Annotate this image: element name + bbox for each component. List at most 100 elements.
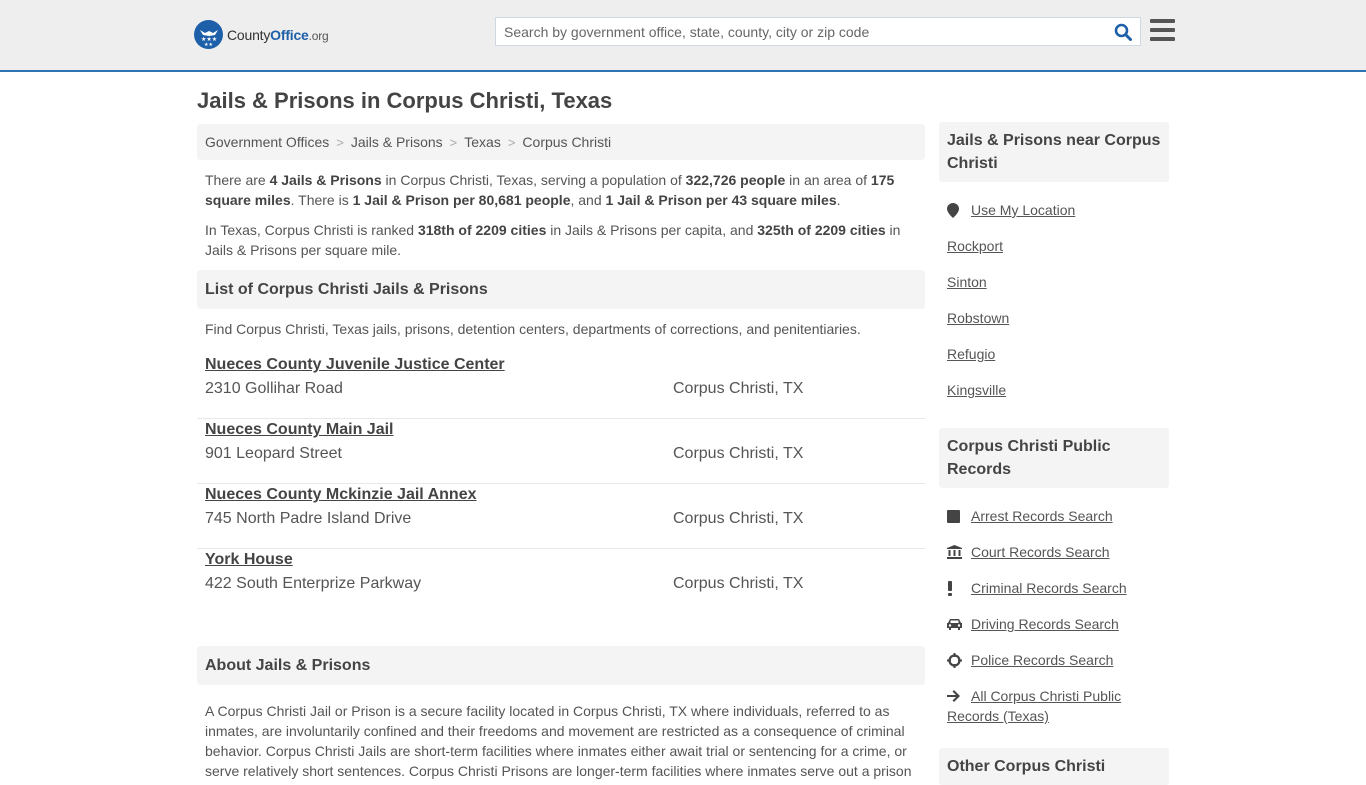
police-records-link[interactable]: Police Records Search: [971, 650, 1113, 670]
arrest-records-link[interactable]: Arrest Records Search: [971, 506, 1113, 526]
public-records-list: Arrest Records Search Court Records Sear…: [939, 488, 1169, 726]
breadcrumb-government-offices[interactable]: Government Offices: [205, 134, 329, 150]
breadcrumb: Government Offices > Jails & Prisons > T…: [197, 124, 925, 160]
logo-office: Office: [270, 26, 309, 43]
exclamation-icon: [947, 578, 971, 598]
use-my-location: Use My Location: [939, 192, 1169, 228]
logo-org: .org: [308, 28, 329, 43]
per-capita-ratio: 1 Jail & Prison per 80,681 people: [352, 192, 571, 208]
facility-item: Nueces County Mckinzie Jail Annex 745 No…: [197, 484, 925, 549]
per-area-ratio: 1 Jail & Prison per 43 square miles: [605, 192, 837, 208]
countyoffice-logo[interactable]: ★★★ ★★ CountyOffice.org: [194, 20, 329, 49]
nearby-city-item: Kingsville: [939, 372, 1169, 408]
nearby-heading: Jails & Prisons near Corpus Christi: [939, 122, 1169, 182]
intro-paragraph-stats: There are 4 Jails & Prisons in Corpus Ch…: [205, 170, 917, 210]
main-content: Government Offices > Jails & Prisons > T…: [197, 124, 925, 781]
arrow-right-icon: [947, 686, 971, 706]
sidebar: Jails & Prisons near Corpus Christi Use …: [939, 122, 1169, 785]
about-section-heading: About Jails & Prisons: [197, 646, 925, 685]
eagle-logo-icon: ★★★ ★★: [194, 20, 223, 49]
nearby-city-item: Sinton: [939, 264, 1169, 300]
other-heading: Other Corpus Christi: [939, 748, 1169, 785]
records-item: Criminal Records Search: [939, 570, 1169, 606]
nearby-city-link[interactable]: Rockport: [947, 236, 1003, 256]
page-title: Jails & Prisons in Corpus Christi, Texas: [197, 88, 613, 113]
nearby-city-item: Rockport: [939, 228, 1169, 264]
menu-bar: [1150, 19, 1175, 23]
nearby-city-link[interactable]: Sinton: [947, 272, 987, 292]
records-item: Court Records Search: [939, 534, 1169, 570]
nearby-city-link[interactable]: Refugio: [947, 344, 995, 364]
search-icon: [1114, 23, 1132, 41]
records-item: Arrest Records Search: [939, 498, 1169, 534]
population: 322,726 people: [685, 172, 786, 188]
facility-address: 745 North Padre Island Drive: [205, 510, 412, 527]
nearby-city-link[interactable]: Robstown: [947, 308, 1009, 328]
text: In Texas, Corpus Christi is ranked: [205, 222, 418, 238]
court-records-link[interactable]: Court Records Search: [971, 542, 1110, 562]
text: .: [836, 192, 841, 208]
svg-text:★★: ★★: [204, 42, 213, 46]
use-my-location-link[interactable]: Use My Location: [971, 200, 1075, 220]
per-capita-rank: 318th of 2209 cities: [417, 222, 547, 238]
facility-name-link[interactable]: Nueces County Mckinzie Jail Annex: [205, 484, 476, 506]
facility-item: Nueces County Main Jail 901 Leopard Stre…: [197, 419, 925, 484]
nearby-city-item: Robstown: [939, 300, 1169, 336]
facility-city: Corpus Christi, TX: [673, 445, 804, 462]
facility-address: 422 South Enterprize Parkway: [205, 575, 422, 592]
facility-city: Corpus Christi, TX: [673, 380, 804, 397]
text: There are: [205, 172, 270, 188]
all-public-records-link[interactable]: All Corpus Christi Public Records (Texas…: [947, 688, 1121, 724]
records-item: Driving Records Search: [939, 606, 1169, 642]
text: in Corpus Christi, Texas, serving a popu…: [381, 172, 686, 188]
menu-bar: [1150, 28, 1175, 32]
facility-list: Nueces County Juvenile Justice Center 23…: [197, 354, 925, 614]
facility-address: 2310 Gollihar Road: [205, 380, 343, 397]
facility-item: York House 422 South Enterprize Parkway …: [197, 549, 925, 614]
list-section-heading: List of Corpus Christi Jails & Prisons: [197, 270, 925, 309]
nearby-city-link[interactable]: Kingsville: [947, 380, 1006, 400]
courthouse-icon: [947, 542, 971, 562]
logo-county: County: [227, 26, 271, 43]
facility-name-link[interactable]: Nueces County Main Jail: [205, 419, 394, 441]
breadcrumb-separator: >: [449, 134, 458, 150]
search-input[interactable]: [496, 23, 1106, 40]
breadcrumb-separator: >: [507, 134, 516, 150]
breadcrumb-corpus-christi[interactable]: Corpus Christi: [522, 134, 611, 150]
intro-text: There are 4 Jails & Prisons in Corpus Ch…: [197, 160, 925, 260]
text: , and: [570, 192, 606, 208]
square-icon: [947, 506, 971, 526]
facility-name-link[interactable]: Nueces County Juvenile Justice Center: [205, 354, 505, 376]
driving-records-link[interactable]: Driving Records Search: [971, 614, 1119, 634]
facility-city: Corpus Christi, TX: [673, 510, 804, 527]
crosshair-icon: [947, 650, 971, 670]
facility-item: Nueces County Juvenile Justice Center 23…: [197, 354, 925, 419]
text: in Jails & Prisons per capita, and: [546, 222, 758, 238]
car-icon: [947, 614, 971, 634]
facility-city: Corpus Christi, TX: [673, 575, 804, 592]
nearby-city-item: Refugio: [939, 336, 1169, 372]
nearby-list: Use My Location Rockport Sinton Robstown…: [939, 182, 1169, 408]
text: . There is: [290, 192, 353, 208]
facility-address: 901 Leopard Street: [205, 445, 342, 462]
hamburger-menu-icon[interactable]: [1150, 19, 1175, 41]
facility-name-link[interactable]: York House: [205, 549, 293, 571]
breadcrumb-jails-prisons[interactable]: Jails & Prisons: [351, 134, 443, 150]
breadcrumb-texas[interactable]: Texas: [464, 134, 501, 150]
public-records-heading: Corpus Christi Public Records: [939, 428, 1169, 488]
breadcrumb-separator: >: [336, 134, 344, 150]
about-text: A Corpus Christi Jail or Prison is a sec…: [205, 703, 912, 779]
records-item: All Corpus Christi Public Records (Texas…: [939, 678, 1169, 726]
intro-paragraph-rank: In Texas, Corpus Christi is ranked 318th…: [205, 220, 917, 260]
logo-wordmark: CountyOffice.org: [227, 27, 329, 43]
map-marker-icon: [947, 200, 971, 220]
criminal-records-link[interactable]: Criminal Records Search: [971, 578, 1127, 598]
records-item: Police Records Search: [939, 642, 1169, 678]
top-header: ★★★ ★★ CountyOffice.org: [0, 0, 1366, 72]
per-area-rank: 325th of 2209 cities: [757, 222, 886, 238]
list-description: Find Corpus Christi, Texas jails, prison…: [205, 321, 861, 337]
menu-bar: [1150, 37, 1175, 41]
search-button[interactable]: [1106, 18, 1140, 45]
text: in an area of: [785, 172, 871, 188]
facility-count: 4 Jails & Prisons: [269, 172, 382, 188]
